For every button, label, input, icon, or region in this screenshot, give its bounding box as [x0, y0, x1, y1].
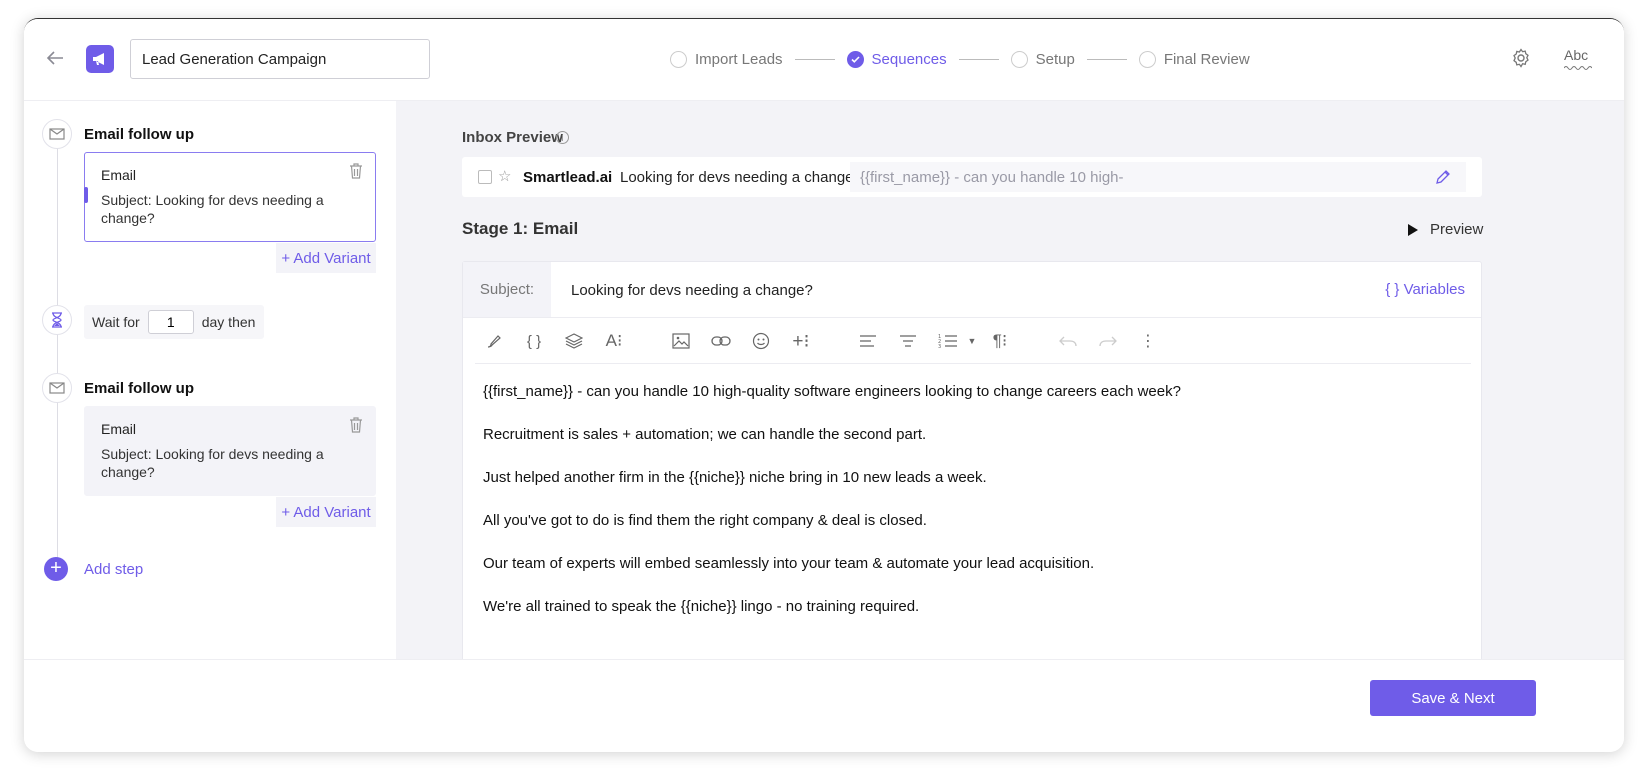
hourglass-icon: [42, 305, 72, 335]
emoji-icon[interactable]: [750, 330, 772, 352]
chevron-down-icon[interactable]: ▼: [961, 330, 983, 352]
trash-icon[interactable]: [349, 417, 363, 433]
step-connector: [958, 58, 999, 60]
step-connector: [1086, 58, 1127, 60]
body-paragraph: {{first_name}} - can you handle 10 high-…: [483, 383, 1181, 400]
undo-icon[interactable]: [1057, 330, 1079, 352]
subject-row: Subject: Looking for devs needing a chan…: [463, 262, 1481, 318]
variables-button[interactable]: { } Variables: [1385, 281, 1465, 298]
header-bar: Import Leads Sequences Setup Final Revie…: [24, 19, 1624, 101]
spellcheck-wave-icon: [1564, 66, 1592, 70]
play-icon: [1408, 223, 1418, 236]
link-icon[interactable]: [710, 330, 732, 352]
step-label: Import Leads: [695, 50, 783, 68]
step-label: Setup: [1035, 50, 1075, 68]
preview-snippet: {{first_name}} - can you handle 10 high-: [860, 169, 1124, 186]
wait-delay: Wait for day then: [84, 305, 264, 339]
more-options-icon[interactable]: ⋮: [1137, 330, 1159, 352]
paragraph-icon[interactable]: ¶⁝: [989, 330, 1011, 352]
editor-panel: Inbox Preview i ☆ Smartlead.ai Looking f…: [396, 101, 1624, 659]
selected-indicator: [84, 187, 88, 203]
footer-bar: Save & Next: [24, 659, 1624, 752]
snippet-area: {{first_name}} - can you handle 10 high-: [850, 162, 1466, 192]
inbox-preview-row: ☆ Smartlead.ai Looking for devs needing …: [462, 157, 1482, 197]
plus-icon[interactable]: +: [44, 557, 68, 581]
pencil-icon[interactable]: [1434, 168, 1452, 186]
sequence-panel: Email follow up Email Subject: Looking f…: [24, 101, 396, 659]
step-final-review[interactable]: Final Review: [1138, 50, 1250, 68]
add-variant-button[interactable]: + Add Variant: [276, 243, 376, 273]
font-size-icon[interactable]: A⁝: [603, 330, 625, 352]
step-connector: [794, 58, 835, 60]
email-editor: Subject: Looking for devs needing a chan…: [462, 261, 1482, 659]
card-subject: Subject: Looking for devs needing a chan…: [101, 192, 324, 226]
card-type: Email: [101, 421, 137, 437]
step-circle-icon: [1138, 50, 1156, 68]
preview-subject: Looking for devs needing a change?: [620, 169, 862, 186]
step-label: Final Review: [1163, 50, 1250, 68]
app-window: Import Leads Sequences Setup Final Revie…: [24, 18, 1624, 752]
add-step-button[interactable]: Add step: [84, 561, 143, 578]
step-import-leads[interactable]: Import Leads: [670, 50, 783, 68]
stage-title: Stage 1: Email: [462, 219, 579, 238]
gear-icon[interactable]: [1510, 47, 1532, 69]
spellcheck-button[interactable]: Abc: [1564, 47, 1588, 63]
email-card[interactable]: Email Subject: Looking for devs needing …: [84, 152, 376, 242]
body-paragraph: Just helped another firm in the {{niche}…: [483, 469, 987, 486]
step-title: Email follow up: [84, 126, 195, 143]
step-sequences[interactable]: Sequences: [846, 50, 947, 68]
envelope-icon: [42, 119, 72, 149]
align-center-icon[interactable]: [897, 330, 919, 352]
insert-plus-icon[interactable]: +⁝: [790, 330, 812, 352]
check-circle-icon: [846, 50, 864, 68]
step-setup[interactable]: Setup: [1010, 50, 1075, 68]
checkbox[interactable]: [478, 170, 492, 184]
formatting-toolbar: { } A⁝ +⁝ 1 2 3 ▼ ¶⁝ ⋮: [475, 318, 1471, 364]
step-circle-icon: [1010, 50, 1028, 68]
card-subject: Subject: Looking for devs needing a chan…: [101, 446, 324, 480]
body-paragraph: Recruitment is sales + automation; we ca…: [483, 426, 927, 443]
layers-icon[interactable]: [563, 330, 585, 352]
redo-icon[interactable]: [1097, 330, 1119, 352]
save-next-button[interactable]: Save & Next: [1370, 680, 1536, 716]
brush-icon[interactable]: [483, 330, 505, 352]
preview-label: Preview: [1430, 221, 1484, 238]
image-icon[interactable]: [670, 330, 692, 352]
envelope-icon: [42, 373, 72, 403]
wait-prefix: Wait for: [92, 314, 140, 330]
wait-days-input[interactable]: [147, 310, 194, 334]
svg-text:3: 3: [938, 344, 941, 349]
campaign-name-input[interactable]: [130, 39, 430, 79]
body-paragraph: Our team of experts will embed seamlessl…: [483, 555, 1095, 572]
preview-button[interactable]: Preview: [1408, 221, 1483, 238]
ordered-list-icon[interactable]: 123: [937, 330, 959, 352]
body-paragraph: All you've got to do is find them the ri…: [483, 512, 927, 529]
body-paragraph: We're all trained to speak the {{niche}}…: [483, 598, 920, 615]
code-braces-icon[interactable]: { }: [523, 330, 545, 352]
trash-icon[interactable]: [349, 163, 363, 179]
align-left-icon[interactable]: [857, 330, 879, 352]
step-label: Sequences: [871, 50, 947, 68]
star-icon[interactable]: ☆: [498, 167, 511, 185]
add-variant-button[interactable]: + Add Variant: [276, 497, 376, 527]
subject-label: Subject:: [463, 262, 551, 317]
step-circle-icon: [670, 50, 687, 68]
info-icon[interactable]: i: [556, 131, 569, 144]
back-arrow-icon[interactable]: [44, 47, 68, 71]
progress-stepper: Import Leads Sequences Setup Final Revie…: [670, 49, 1250, 69]
inbox-preview-title: Inbox Preview: [462, 129, 563, 146]
email-card[interactable]: Email Subject: Looking for devs needing …: [84, 406, 376, 496]
card-type: Email: [101, 167, 137, 183]
step-title: Email follow up: [84, 380, 195, 397]
timeline-rail: [57, 141, 58, 561]
subject-input[interactable]: Looking for devs needing a change?: [571, 282, 813, 299]
email-body[interactable]: {{first_name}} - can you handle 10 high-…: [483, 384, 1443, 642]
sender-name: Smartlead.ai: [523, 169, 613, 186]
megaphone-logo-icon: [86, 45, 114, 73]
wait-suffix: day then: [201, 314, 256, 330]
